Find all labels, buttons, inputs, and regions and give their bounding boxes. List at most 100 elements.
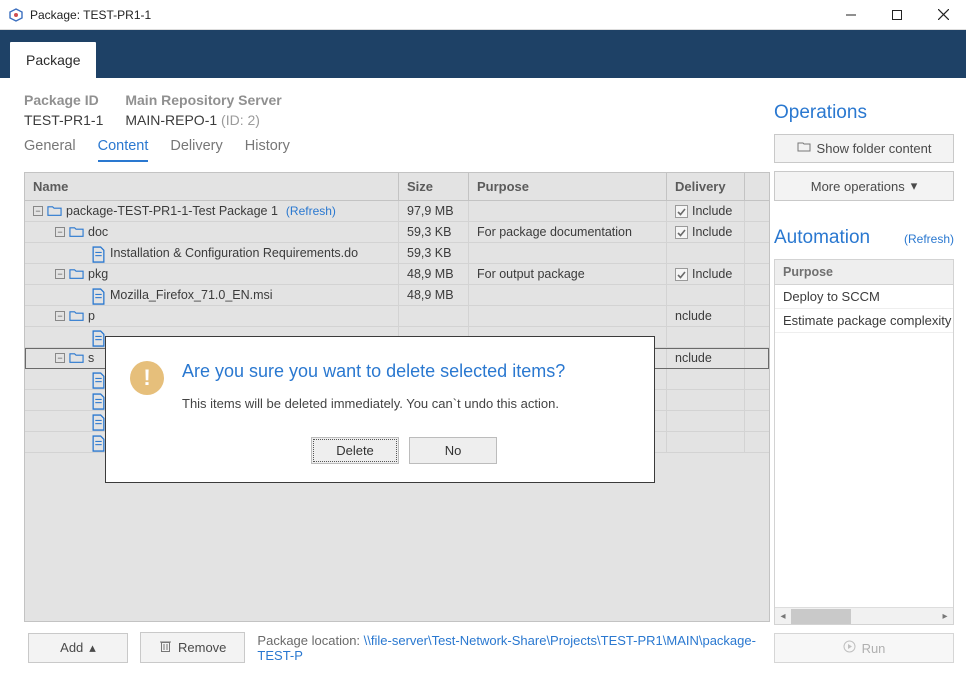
page-tabs: General Content Delivery History xyxy=(24,138,770,162)
col-header-purpose[interactable]: Purpose xyxy=(469,173,667,200)
automation-hscrollbar[interactable]: ◂ ▸ xyxy=(775,607,953,624)
package-id-label: Package ID xyxy=(24,92,103,108)
confirm-delete-dialog: ! Are you sure you want to delete select… xyxy=(105,336,655,483)
col-header-name[interactable]: Name xyxy=(25,173,399,200)
folder-icon xyxy=(69,351,84,365)
row-size xyxy=(399,306,469,326)
row-delivery[interactable]: Include xyxy=(667,201,745,221)
row-delivery[interactable]: Include xyxy=(667,264,745,284)
automation-header-purpose[interactable]: Purpose xyxy=(775,260,953,285)
package-id-value: TEST-PR1-1 xyxy=(24,112,103,128)
row-name: package-TEST-PR1-1-Test Package 1 xyxy=(66,204,278,218)
row-purpose xyxy=(469,243,667,263)
repo-value: MAIN-REPO-1 xyxy=(125,112,217,128)
row-delivery xyxy=(667,243,745,263)
folder-icon xyxy=(69,267,84,281)
include-checkbox[interactable] xyxy=(675,268,688,281)
trash-icon xyxy=(159,639,172,656)
tree-row[interactable]: Installation & Configuration Requirement… xyxy=(25,243,769,264)
add-button[interactable]: Add ▴ xyxy=(28,633,128,663)
tree-row[interactable]: Mozilla_Firefox_71.0_EN.msi 48,9 MB xyxy=(25,285,769,306)
row-delivery xyxy=(667,432,745,452)
dialog-delete-button[interactable]: Delete xyxy=(311,437,399,464)
minimize-button[interactable] xyxy=(828,0,874,30)
row-name: Mozilla_Firefox_71.0_EN.msi xyxy=(110,288,273,302)
show-folder-content-button[interactable]: Show folder content xyxy=(774,134,954,163)
tree-row[interactable]: −doc59,3 KBFor package documentationIncl… xyxy=(25,222,769,243)
dialog-no-button[interactable]: No xyxy=(409,437,497,464)
file-icon xyxy=(91,372,106,386)
row-name: Installation & Configuration Requirement… xyxy=(110,246,358,260)
window-title: Package: TEST-PR1-1 xyxy=(30,8,151,22)
file-icon xyxy=(91,435,106,449)
tree-row[interactable]: − package-TEST-PR1-1-Test Package 1 (Refre… xyxy=(25,201,769,222)
folder-open-icon xyxy=(797,141,811,156)
row-delivery xyxy=(667,411,745,431)
remove-button[interactable]: Remove xyxy=(140,632,245,663)
row-name: pkg xyxy=(88,267,108,281)
row-purpose xyxy=(469,306,667,326)
maximize-button[interactable] xyxy=(874,0,920,30)
file-icon xyxy=(91,393,106,407)
ribbon-tab-package[interactable]: Package xyxy=(10,42,96,78)
close-button[interactable] xyxy=(920,0,966,30)
automation-item[interactable]: Deploy to SCCM xyxy=(775,285,953,309)
row-delivery xyxy=(667,327,745,347)
file-icon xyxy=(91,288,106,302)
col-header-size[interactable]: Size xyxy=(399,173,469,200)
page-tab-general[interactable]: General xyxy=(24,138,76,162)
expand-toggle[interactable]: − xyxy=(33,206,43,216)
more-operations-button[interactable]: More operations ▾ xyxy=(774,171,954,201)
folder-icon xyxy=(69,225,84,239)
row-delivery[interactable]: nclude xyxy=(667,348,745,368)
row-delivery xyxy=(667,285,745,305)
include-checkbox[interactable] xyxy=(675,205,688,218)
ribbon: Package xyxy=(0,30,966,78)
scroll-right-icon[interactable]: ▸ xyxy=(937,608,953,625)
row-size: 48,9 MB xyxy=(399,264,469,284)
row-delivery[interactable]: nclude xyxy=(667,306,745,326)
col-header-delivery[interactable]: Delivery xyxy=(667,173,745,200)
repo-label: Main Repository Server xyxy=(125,92,281,108)
app-icon xyxy=(8,7,24,23)
automation-refresh-link[interactable]: (Refresh) xyxy=(904,232,954,246)
titlebar: Package: TEST-PR1-1 xyxy=(0,0,966,30)
row-size: 97,9 MB xyxy=(399,201,469,221)
row-purpose: For output package xyxy=(469,264,667,284)
row-delivery[interactable]: Include xyxy=(667,222,745,242)
run-button[interactable]: Run xyxy=(774,633,954,663)
include-checkbox[interactable] xyxy=(675,226,688,239)
refresh-link[interactable]: (Refresh) xyxy=(286,204,336,218)
page-tab-delivery[interactable]: Delivery xyxy=(170,138,222,162)
row-purpose: For package documentation xyxy=(469,222,667,242)
col-header-extra xyxy=(745,173,769,200)
bottom-bar: Add ▴ Remove Package location: \\file-se… xyxy=(24,622,770,663)
row-name: s xyxy=(88,351,94,365)
dialog-message: This items will be deleted immediately. … xyxy=(182,396,626,411)
repo-id-hint: (ID: 2) xyxy=(221,112,260,128)
page-tab-history[interactable]: History xyxy=(245,138,290,162)
package-location: Package location: \\file-server\Test-Net… xyxy=(257,633,770,663)
folder-icon xyxy=(47,204,62,218)
row-delivery xyxy=(667,390,745,410)
row-size: 48,9 MB xyxy=(399,285,469,305)
file-icon xyxy=(91,330,106,344)
row-size: 59,3 KB xyxy=(399,243,469,263)
expand-toggle[interactable]: − xyxy=(55,269,65,279)
tree-row[interactable]: − p nclude xyxy=(25,306,769,327)
play-icon xyxy=(843,640,856,656)
folder-icon xyxy=(69,309,84,323)
automation-item[interactable]: Estimate package complexity xyxy=(775,309,953,333)
file-icon xyxy=(91,414,106,428)
operations-title: Operations xyxy=(774,102,954,124)
page-tab-content[interactable]: Content xyxy=(98,138,149,162)
row-name: p xyxy=(88,309,95,323)
scroll-thumb[interactable] xyxy=(791,609,851,624)
expand-toggle[interactable]: − xyxy=(55,311,65,321)
dialog-title: Are you sure you want to delete selected… xyxy=(182,361,626,382)
scroll-left-icon[interactable]: ◂ xyxy=(775,608,791,625)
expand-toggle[interactable]: − xyxy=(55,353,65,363)
expand-toggle[interactable]: − xyxy=(55,227,65,237)
chevron-down-icon: ▾ xyxy=(911,178,918,194)
tree-row[interactable]: − pkg 48,9 MBFor output packageInclude xyxy=(25,264,769,285)
